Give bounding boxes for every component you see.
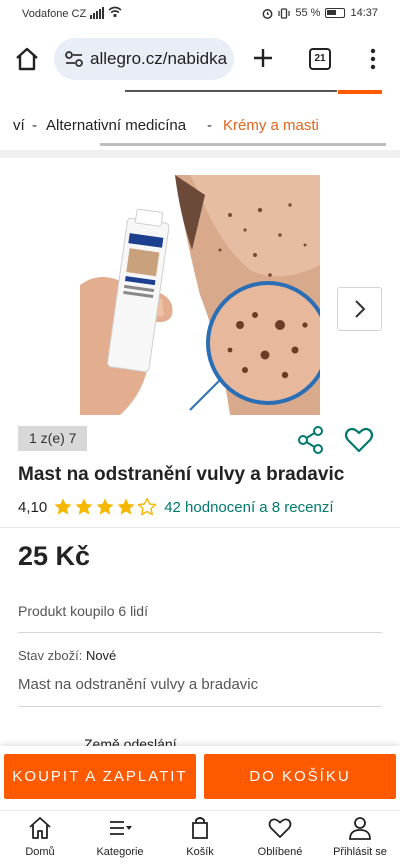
star-filled-icon [96, 498, 114, 515]
price: 25 Kč [18, 541, 91, 571]
star-filled-icon [75, 498, 93, 515]
rating-value: 4,10 [18, 498, 48, 516]
condition-label: Stav zboží: [18, 648, 83, 663]
star-empty-icon [138, 497, 157, 516]
battery-icon [325, 8, 346, 18]
signal-icon [90, 7, 104, 19]
address-bar[interactable]: allegro.cz/nabidka [54, 38, 234, 80]
condition-row: Stav zboží: Nové [18, 648, 116, 663]
add-to-cart-button[interactable]: DO KOŠÍKU [204, 754, 396, 799]
nav-label: Kategorie [96, 846, 144, 858]
divider [18, 706, 382, 707]
purchase-count: Produkt koupilo 6 lidí [18, 603, 148, 619]
nav-label: Oblíbené [257, 846, 303, 858]
nav-label: Domů [25, 846, 55, 858]
breadcrumb-current[interactable]: Krémy a masti [223, 117, 319, 134]
cart-icon [192, 817, 208, 839]
heart-icon [268, 818, 292, 838]
plus-icon[interactable] [252, 47, 274, 69]
star-filled-icon [54, 498, 72, 515]
product-title: Mast na odstranění vulvy a bradavic [18, 464, 345, 485]
nav-favorites[interactable]: Oblíbené [240, 815, 320, 858]
bottom-navigation: Domů Kategorie Košík Oblíbené Přihlásit … [0, 810, 400, 867]
rating-stars [53, 497, 157, 517]
image-counter: 1 z(e) 7 [18, 426, 88, 451]
nav-label: Košík [186, 846, 214, 858]
action-bar: KOUPIT A ZAPLATIT DO KOŠÍKU [0, 746, 400, 810]
divider [18, 632, 382, 633]
product-description: Mast na odstranění vulvy a bradavic [18, 676, 259, 693]
buy-now-button[interactable]: KOUPIT A ZAPLATIT [4, 754, 196, 799]
carrier-name: Vodafone CZ [22, 8, 87, 20]
home-icon[interactable] [14, 46, 40, 72]
section-divider [0, 150, 400, 158]
site-settings-icon[interactable] [64, 50, 84, 68]
reviews-link[interactable]: 42 hodnocení a 8 recenzí [164, 499, 333, 516]
header-fragment [125, 90, 337, 92]
vibrate-icon [278, 7, 290, 19]
tabs-icon[interactable]: 21 [309, 48, 331, 70]
status-bar: Vodafone CZ 55 % 14:37 [0, 0, 400, 30]
star-filled-icon [117, 498, 135, 515]
clock: 14:37 [350, 7, 378, 19]
header-accent-fragment [338, 90, 382, 94]
user-icon [349, 817, 371, 840]
product-image[interactable] [80, 175, 330, 415]
browser-toolbar: allegro.cz/nabidka 21 [0, 30, 400, 88]
categories-icon [110, 821, 132, 835]
breadcrumb-separator: - [207, 117, 212, 134]
nav-home[interactable]: Domů [0, 815, 80, 858]
next-image-button[interactable] [337, 287, 382, 331]
breadcrumb-item[interactable]: ví [13, 117, 25, 134]
more-icon[interactable] [369, 48, 377, 70]
url-text: allegro.cz/nabidka [90, 49, 228, 68]
alarm-icon [262, 8, 273, 19]
heart-icon[interactable] [344, 425, 374, 455]
chevron-right-icon [354, 300, 365, 318]
home-icon [29, 817, 51, 839]
product-photo [80, 175, 330, 415]
breadcrumb-separator: - [32, 117, 37, 134]
divider [0, 527, 400, 528]
nav-categories[interactable]: Kategorie [80, 815, 160, 858]
share-icon[interactable] [296, 425, 326, 455]
wifi-icon [108, 6, 122, 18]
breadcrumb-scrollbar[interactable] [100, 143, 386, 146]
breadcrumb-item[interactable]: Alternativní medicína [46, 117, 186, 134]
battery-percent: 55 % [295, 7, 321, 19]
rating-row: 4,10 42 hodnocení a 8 recenzí [18, 496, 334, 518]
nav-label: Přihlásit se [333, 846, 387, 858]
condition-value: Nové [85, 648, 117, 663]
breadcrumb: ví - Alternativní medicína - Krémy a mas… [0, 112, 400, 140]
nav-cart[interactable]: Košík [160, 815, 240, 858]
nav-login[interactable]: Přihlásit se [320, 815, 400, 858]
